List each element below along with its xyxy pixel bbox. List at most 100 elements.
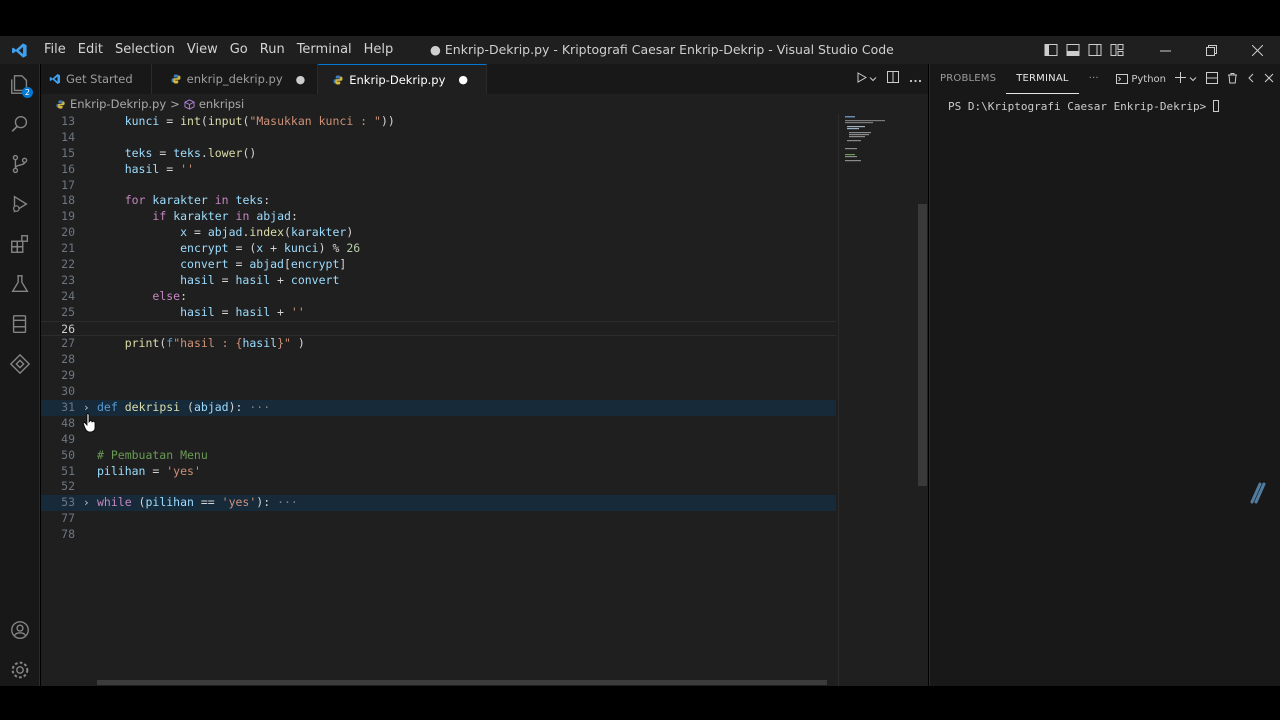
new-terminal-icon[interactable]: [1175, 72, 1186, 86]
line-number: 16: [61, 161, 75, 176]
code-text: hasil = hasil + '': [180, 304, 305, 319]
line-number: 49: [61, 431, 75, 446]
line-number: 31: [61, 400, 75, 415]
minimap[interactable]: [838, 114, 918, 686]
code-text: x = abjad.index(karakter): [180, 225, 354, 240]
toggle-primary-sidebar-icon[interactable]: [1040, 36, 1062, 64]
restore-button[interactable]: [1188, 36, 1234, 64]
code-text: pilihan = 'yes': [97, 463, 201, 478]
breadcrumb-file[interactable]: Enkrip-Dekrip.py: [70, 97, 166, 111]
testing-icon[interactable]: [0, 264, 40, 304]
close-window-button[interactable]: [1234, 36, 1280, 64]
code-line[interactable]: 28: [41, 352, 836, 368]
unsaved-dot-icon[interactable]: ●: [296, 73, 306, 86]
code-line[interactable]: 78: [41, 527, 836, 543]
video-letterbox-bottom: [0, 686, 1280, 720]
code-line[interactable]: 48: [41, 416, 836, 432]
toggle-panel-icon[interactable]: [1062, 36, 1084, 64]
menu-terminal[interactable]: Terminal: [291, 36, 358, 64]
tab-problems[interactable]: PROBLEMS: [930, 64, 1006, 94]
copilot-icon[interactable]: [1248, 482, 1266, 508]
previous-chevron-icon[interactable]: [1247, 72, 1255, 86]
split-terminal-icon[interactable]: [1206, 71, 1218, 87]
account-icon[interactable]: [0, 610, 40, 650]
breadcrumb: Enkrip-Dekrip.py > enkripsi: [41, 94, 928, 114]
tab-label: enkrip_dekrip.py: [186, 72, 283, 86]
tab-enkrip-dekrip-lower[interactable]: enkrip_dekrip.py ●: [152, 64, 319, 94]
more-actions-icon[interactable]: [909, 72, 922, 87]
line-number: 21: [61, 241, 75, 256]
code-line[interactable]: 14: [41, 130, 836, 146]
hand-pointer-cursor-icon: [82, 413, 97, 437]
code-line[interactable]: 21 encrypt = (x + kunci) % 26: [41, 241, 836, 257]
code-line[interactable]: 77: [41, 511, 836, 527]
vertical-scrollbar[interactable]: [918, 204, 927, 486]
menu-view[interactable]: View: [181, 36, 224, 64]
breadcrumb-symbol[interactable]: enkripsi: [199, 97, 244, 111]
code-line[interactable]: 49: [41, 432, 836, 448]
code-line[interactable]: 25 hasil = hasil + '': [41, 305, 836, 321]
panel-more-button[interactable]: ···: [1079, 64, 1109, 94]
code-line[interactable]: 16 hasil = '': [41, 162, 836, 178]
code-text: else:: [152, 288, 188, 303]
code-line[interactable]: 17: [41, 178, 836, 194]
unsaved-dot-icon[interactable]: ●: [458, 73, 468, 86]
close-panel-icon[interactable]: [1264, 72, 1274, 86]
minimize-button[interactable]: [1142, 36, 1188, 64]
code-line[interactable]: 26: [41, 320, 836, 337]
code-line[interactable]: 20 x = abjad.index(karakter): [41, 225, 836, 241]
code-line[interactable]: 31 › def dekripsi (abjad): ···: [41, 400, 836, 416]
source-control-icon[interactable]: [0, 144, 40, 184]
code-text: # Pembuatan Menu: [97, 447, 208, 462]
code-line[interactable]: 22 convert = abjad[encrypt]: [41, 257, 836, 273]
run-dropdown-chevron-icon[interactable]: [869, 72, 877, 87]
horizontal-scrollbar[interactable]: [97, 680, 827, 685]
code-line[interactable]: 50 # Pembuatan Menu: [41, 448, 836, 464]
customize-layout-icon[interactable]: [1106, 36, 1128, 64]
terminal-icon: [1116, 74, 1129, 84]
run-debug-icon[interactable]: [0, 184, 40, 224]
live-share-icon[interactable]: [0, 344, 40, 384]
line-number: 29: [61, 368, 75, 383]
tab-get-started[interactable]: Get Started: [41, 64, 152, 94]
explorer-icon[interactable]: 2: [0, 64, 40, 104]
line-number: 22: [61, 257, 75, 272]
tab-terminal[interactable]: TERMINAL: [1006, 65, 1079, 94]
code-line[interactable]: 30: [41, 384, 836, 400]
code-line[interactable]: 23 hasil = hasil + convert: [41, 273, 836, 289]
terminal-profile-label[interactable]: Python: [1116, 73, 1166, 85]
line-number: 48: [61, 415, 75, 430]
code-editor[interactable]: 13 kunci = int(input("Masukkan kunci : "…: [41, 114, 836, 686]
split-editor-icon[interactable]: [887, 71, 899, 87]
menu-help[interactable]: Help: [358, 36, 400, 64]
menu-edit[interactable]: Edit: [72, 36, 109, 64]
code-line[interactable]: 19 if karakter in abjad:: [41, 209, 836, 225]
tab-enkrip-dekrip-active[interactable]: Enkrip-Dekrip.py ●: [318, 64, 488, 94]
toggle-secondary-sidebar-icon[interactable]: [1084, 36, 1106, 64]
remote-explorer-icon[interactable]: [0, 304, 40, 344]
menu-run[interactable]: Run: [254, 36, 291, 64]
code-line[interactable]: 53 › while (pilihan == 'yes'): ···: [41, 495, 836, 512]
code-text: for karakter in teks:: [124, 193, 271, 208]
menu-file[interactable]: File: [38, 36, 72, 64]
terminal-dropdown-chevron-icon[interactable]: [1189, 72, 1197, 86]
search-icon[interactable]: [0, 104, 40, 144]
code-line[interactable]: 52: [41, 479, 836, 495]
code-line[interactable]: 29: [41, 368, 836, 384]
line-number: 27: [61, 336, 75, 351]
code-line[interactable]: 15 teks = teks.lower(): [41, 146, 836, 162]
code-line[interactable]: 51 pilihan = 'yes': [41, 464, 836, 480]
code-line[interactable]: 13 kunci = int(input("Masukkan kunci : "…: [41, 114, 836, 130]
code-line[interactable]: 24 else:: [41, 289, 836, 305]
settings-gear-icon[interactable]: [0, 650, 40, 690]
menu-selection[interactable]: Selection: [109, 36, 181, 64]
code-line[interactable]: 27 print(f"hasil : {hasil}" ): [41, 336, 836, 352]
run-python-file-icon[interactable]: [856, 71, 868, 87]
terminal-output[interactable]: PS D:\Kriptografi Caesar Enkrip-Dekrip>: [930, 94, 1280, 119]
menu-go[interactable]: Go: [224, 36, 254, 64]
fold-chevron-icon[interactable]: ›: [83, 495, 90, 511]
kill-terminal-trash-icon[interactable]: [1227, 72, 1238, 87]
code-line[interactable]: 18 for karakter in teks:: [41, 193, 836, 209]
code-text: def dekripsi (abjad): ···: [97, 400, 271, 415]
extensions-icon[interactable]: [0, 224, 40, 264]
